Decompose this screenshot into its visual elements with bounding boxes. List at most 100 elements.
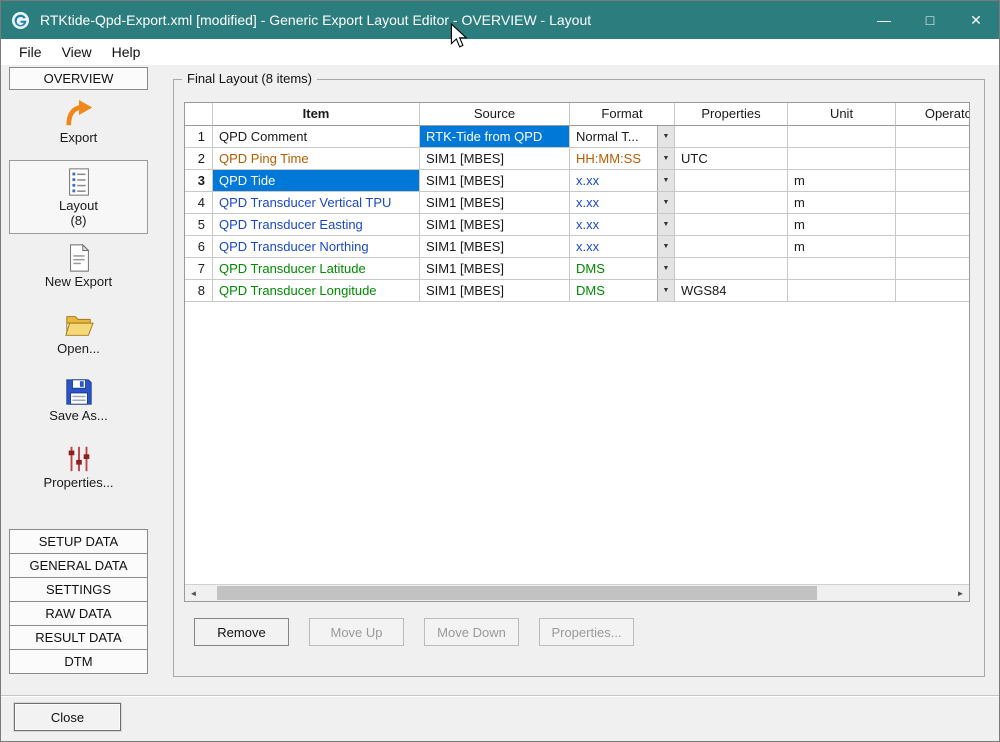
item-cell[interactable]: QPD Transducer Longitude: [213, 280, 420, 302]
maximize-button[interactable]: □: [907, 1, 953, 39]
format-cell[interactable]: x.xx▼: [570, 170, 675, 192]
unit-cell[interactable]: m: [788, 170, 896, 192]
row-number-cell[interactable]: 6: [185, 236, 213, 258]
scroll-left-button[interactable]: ◄: [185, 585, 202, 601]
unit-cell[interactable]: [788, 258, 896, 280]
format-dropdown-button[interactable]: ▼: [657, 170, 674, 191]
properties-cell[interactable]: UTC: [675, 148, 788, 170]
unit-cell[interactable]: m: [788, 192, 896, 214]
format-dropdown-button[interactable]: ▼: [657, 126, 674, 147]
sidebar-section-dtm[interactable]: DTM: [9, 649, 148, 674]
format-cell[interactable]: DMS ▼: [570, 258, 675, 280]
format-cell[interactable]: HH:MM:SS▼: [570, 148, 675, 170]
item-cell[interactable]: QPD Transducer Easting: [213, 214, 420, 236]
horizontal-scrollbar[interactable]: ◄ ►: [185, 584, 969, 601]
unit-cell[interactable]: m: [788, 236, 896, 258]
item-cell[interactable]: QPD Transducer Latitude: [213, 258, 420, 280]
row-number-cell[interactable]: 3: [185, 170, 213, 192]
app-icon: [11, 10, 31, 30]
operator-cell[interactable]: [896, 148, 970, 170]
format-value: DMS: [576, 261, 605, 276]
unit-cell[interactable]: [788, 148, 896, 170]
format-value: DMS: [576, 283, 605, 298]
content-area: OVERVIEW ExportLayout(8)New ExportOpen..…: [1, 65, 999, 741]
operator-cell[interactable]: [896, 258, 970, 280]
source-cell[interactable]: SIM1 [MBES]: [420, 148, 570, 170]
properties-cell[interactable]: [675, 214, 788, 236]
scroll-thumb[interactable]: [217, 586, 817, 600]
sidebar-section-settings[interactable]: SETTINGS: [9, 577, 148, 602]
format-cell[interactable]: DMS ▼: [570, 280, 675, 302]
row-number-cell[interactable]: 8: [185, 280, 213, 302]
sidebar-section-result-data[interactable]: RESULT DATA: [9, 625, 148, 650]
remove-button[interactable]: Remove: [194, 618, 289, 646]
operator-cell[interactable]: [896, 214, 970, 236]
format-dropdown-button[interactable]: ▼: [657, 192, 674, 213]
sidebar-section-raw-data[interactable]: RAW DATA: [9, 601, 148, 626]
format-cell[interactable]: x.xx▼: [570, 192, 675, 214]
sidebar-tool-save-as[interactable]: Save As...: [9, 371, 148, 435]
operator-cell[interactable]: [896, 236, 970, 258]
source-cell[interactable]: SIM1 [MBES]: [420, 236, 570, 258]
source-cell[interactable]: SIM1 [MBES]: [420, 192, 570, 214]
chevron-down-icon: ▼: [663, 199, 670, 206]
window-controls: —□✕: [861, 1, 999, 39]
scroll-right-button[interactable]: ►: [952, 585, 969, 601]
unit-cell[interactable]: m: [788, 214, 896, 236]
menu-help[interactable]: Help: [102, 41, 151, 63]
group-box-title: Final Layout (8 items): [182, 71, 317, 86]
item-cell[interactable]: QPD Transducer Northing: [213, 236, 420, 258]
sidebar-tool-new-export[interactable]: New Export: [9, 237, 148, 301]
properties-cell[interactable]: WGS84: [675, 280, 788, 302]
item-cell[interactable]: QPD Transducer Vertical TPU: [213, 192, 420, 214]
menu-file[interactable]: File: [9, 41, 52, 63]
table-row: 6QPD Transducer NorthingSIM1 [MBES]x.xx▼…: [185, 236, 970, 258]
operator-cell[interactable]: [896, 280, 970, 302]
format-cell[interactable]: x.xx▼: [570, 236, 675, 258]
properties-cell[interactable]: [675, 236, 788, 258]
row-number-cell[interactable]: 4: [185, 192, 213, 214]
properties-cell[interactable]: [675, 192, 788, 214]
format-dropdown-button[interactable]: ▼: [657, 236, 674, 257]
format-dropdown-button[interactable]: ▼: [657, 258, 674, 279]
format-dropdown-button[interactable]: ▼: [657, 148, 674, 169]
row-number-cell[interactable]: 2: [185, 148, 213, 170]
close-button[interactable]: Close: [14, 703, 121, 731]
format-dropdown-button[interactable]: ▼: [657, 280, 674, 301]
row-number-cell[interactable]: 5: [185, 214, 213, 236]
unit-cell[interactable]: [788, 280, 896, 302]
menu-view[interactable]: View: [52, 41, 102, 63]
scroll-track[interactable]: [202, 585, 952, 601]
source-cell[interactable]: SIM1 [MBES]: [420, 170, 570, 192]
format-cell[interactable]: x.xx▼: [570, 214, 675, 236]
source-cell[interactable]: SIM1 [MBES]: [420, 258, 570, 280]
item-cell[interactable]: QPD Comment: [213, 126, 420, 148]
sidebar-section-setup-data[interactable]: SETUP DATA: [9, 529, 148, 554]
unit-cell[interactable]: [788, 126, 896, 148]
sidebar-section-general-data[interactable]: GENERAL DATA: [9, 553, 148, 578]
source-cell[interactable]: RTK-Tide from QPD: [420, 126, 570, 148]
row-number-cell[interactable]: 1: [185, 126, 213, 148]
tool-sublabel: (8): [10, 213, 147, 228]
sidebar-tool-properties[interactable]: Properties...: [9, 438, 148, 502]
table-row: 8QPD Transducer LongitudeSIM1 [MBES] DMS ▼…: [185, 280, 970, 302]
properties-cell[interactable]: [675, 258, 788, 280]
operator-cell[interactable]: [896, 192, 970, 214]
properties-cell[interactable]: [675, 170, 788, 192]
format-cell[interactable]: Normal T...▼: [570, 126, 675, 148]
sidebar-tool-export[interactable]: Export: [9, 93, 148, 157]
minimize-button[interactable]: —: [861, 1, 907, 39]
row-number-cell[interactable]: 7: [185, 258, 213, 280]
sidebar-tool-layout[interactable]: Layout(8): [9, 160, 148, 234]
sidebar-tool-open[interactable]: Open...: [9, 304, 148, 368]
item-cell[interactable]: QPD Tide: [213, 170, 420, 192]
properties-cell[interactable]: [675, 126, 788, 148]
format-dropdown-button[interactable]: ▼: [657, 214, 674, 235]
operator-cell[interactable]: [896, 126, 970, 148]
sidebar-overview-header[interactable]: OVERVIEW: [9, 67, 148, 90]
source-cell[interactable]: SIM1 [MBES]: [420, 214, 570, 236]
item-cell[interactable]: QPD Ping Time: [213, 148, 420, 170]
operator-cell[interactable]: [896, 170, 970, 192]
close-button[interactable]: ✕: [953, 1, 999, 39]
source-cell[interactable]: SIM1 [MBES]: [420, 280, 570, 302]
